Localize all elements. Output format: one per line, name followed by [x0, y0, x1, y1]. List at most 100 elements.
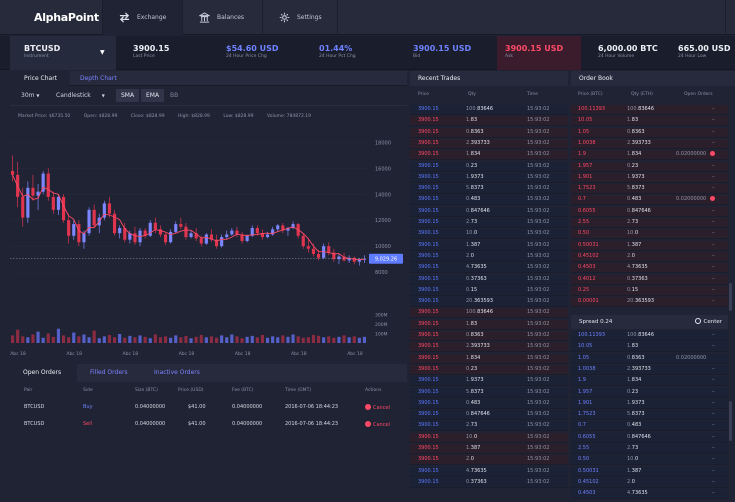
- order-price: $41.00: [188, 421, 206, 427]
- book-row[interactable]: 1.901 1.9373 –: [571, 172, 728, 183]
- book-row[interactable]: 2.55 2.73 –: [571, 444, 728, 454]
- volume-bar: [36, 331, 40, 343]
- cancel-icon: [365, 421, 371, 427]
- book-row[interactable]: 1.0038 2.393733 –: [571, 138, 728, 149]
- indicator-bb-button[interactable]: BB: [165, 89, 183, 102]
- tab-filled-orders[interactable]: Filled Orders: [77, 364, 141, 382]
- book-open-orders: –: [712, 219, 715, 225]
- book-row[interactable]: 100.11393 100.83646 –: [571, 105, 728, 115]
- stat-label: 24 Hour Low: [678, 54, 707, 59]
- book-row[interactable]: 0.7 0.483 –: [571, 421, 728, 432]
- candle-body: [153, 222, 157, 230]
- instrument-selector[interactable]: BTCUSD Instrument ▼: [10, 36, 116, 70]
- stat-label: 24 Hour Volume: [598, 54, 635, 59]
- trade-time: 15:93:02: [527, 309, 550, 316]
- candlestick-chart[interactable]: 18000 16000 14000 12000 10000 8000 300M 200M 100…: [10, 123, 407, 361]
- book-row[interactable]: 1.901 1.9373 –: [571, 398, 728, 409]
- book-open-orders: –: [712, 162, 715, 169]
- cancel-icon[interactable]: [710, 196, 716, 202]
- trade-row: 3900.15 2.0 15:93:02: [410, 251, 568, 262]
- nav-tab-settings[interactable]: Settings: [262, 0, 338, 35]
- stat-bid: 3900.15 USD Bid: [413, 36, 493, 70]
- book-row[interactable]: 1.7523 5.8373 –: [571, 410, 728, 421]
- book-row[interactable]: 1.05 0.8363 –: [571, 127, 728, 138]
- book-qty: 2.73: [627, 218, 638, 227]
- qty-int: 100.: [466, 309, 478, 316]
- book-open-orders: –: [712, 343, 715, 350]
- trade-row: 3900.15 1.83 15:93:02: [410, 319, 568, 330]
- book-row[interactable]: 0.6055 0.847646 –: [571, 206, 728, 217]
- book-row[interactable]: 0.4012 0.37363 –: [571, 274, 728, 285]
- book-row[interactable]: 100.11393 100.83646 –: [571, 331, 728, 341]
- candle-body: [26, 187, 30, 218]
- book-row[interactable]: 1.9 1.834 –: [571, 376, 728, 387]
- volume-bar: [347, 337, 351, 343]
- nav-tab-exchange[interactable]: Exchange: [102, 0, 182, 35]
- book-row[interactable]: 0.4503 4.73635 –: [571, 263, 728, 274]
- qty-frac: 834: [470, 151, 481, 158]
- trade-time: 15:93:02: [527, 139, 550, 146]
- book-row[interactable]: 0.45102 2.0 –: [571, 251, 728, 262]
- nav-edge: [725, 0, 735, 35]
- book-row[interactable]: 0.25 0.15 –: [571, 285, 728, 296]
- book-row[interactable]: 1.957 0.23 –: [571, 161, 728, 172]
- qty-frac: 83: [631, 117, 639, 124]
- cancel-order-button[interactable]: Cancel: [365, 404, 390, 411]
- tab-depth-chart[interactable]: Depth Chart: [70, 71, 142, 86]
- order-side: Buy: [83, 404, 93, 410]
- trade-price: 3900.15: [418, 433, 439, 440]
- close-text: Close: $828.99: [130, 114, 165, 119]
- center-label: Center: [703, 319, 722, 325]
- book-row[interactable]: 1.0038 2.393733 –: [571, 364, 728, 375]
- book-row[interactable]: 1.05 0.8363 0.02000000: [571, 353, 728, 364]
- trade-qty: 0.847646: [466, 410, 490, 419]
- book-row[interactable]: 0.50031 1.387 –: [571, 240, 728, 251]
- indicator-sma-button[interactable]: SMA: [116, 89, 140, 102]
- book-row[interactable]: 0.7 0.483 0.02000000: [571, 195, 728, 206]
- book-row[interactable]: 0.50 10.0 –: [571, 229, 728, 240]
- book-row[interactable]: 10.05 1.83 –: [571, 342, 728, 353]
- candle-body: [265, 234, 270, 238]
- book-row[interactable]: 0.4503 4.73635 –: [571, 489, 728, 500]
- book-row[interactable]: 1.7523 5.8373 –: [571, 184, 728, 195]
- trade-row: 3900.15 1.834 15:93:02: [410, 150, 568, 161]
- book-row[interactable]: 0.50 10.0 –: [571, 455, 728, 466]
- book-row[interactable]: 0.6055 0.847646 –: [571, 432, 728, 443]
- book-qty: 10.0: [627, 455, 638, 464]
- book-row[interactable]: 0.50031 1.387 –: [571, 466, 728, 477]
- volume-bar: [245, 336, 249, 343]
- volume-bar: [184, 335, 188, 343]
- asks-scrollbar[interactable]: [729, 283, 732, 311]
- tab-price-chart[interactable]: Price Chart: [10, 71, 70, 86]
- volume-bar: [31, 334, 35, 343]
- book-row[interactable]: 0.45102 2.0 –: [571, 477, 728, 488]
- volume-bar: [301, 337, 305, 343]
- volume-bar: [316, 335, 321, 343]
- book-row[interactable]: 0.00001 20.363593 –: [571, 297, 728, 308]
- order-fee: 0.04000000: [232, 404, 263, 410]
- qty-frac: 363593: [473, 298, 494, 305]
- candle-body: [92, 209, 96, 226]
- candle-body: [77, 224, 81, 243]
- book-row[interactable]: 1.957 0.23 –: [571, 387, 728, 398]
- chart-style-select[interactable]: Candlestick ▼: [56, 92, 105, 99]
- nav-tab-balances[interactable]: Balances: [182, 0, 262, 35]
- tab-inactive-orders[interactable]: Inactive Orders: [141, 364, 213, 382]
- tab-open-orders[interactable]: Open Orders: [10, 364, 77, 382]
- book-price: 0.7: [578, 422, 586, 429]
- qty-frac: 834: [631, 151, 642, 158]
- book-row[interactable]: 10.05 1.83 –: [571, 116, 728, 127]
- center-button[interactable]: Center: [695, 315, 722, 329]
- cancel-icon[interactable]: [710, 151, 716, 157]
- book-row[interactable]: 2.55 2.73 –: [571, 218, 728, 228]
- volume-bar: [153, 334, 157, 343]
- volume-bar: [209, 336, 214, 343]
- interval-select[interactable]: 30m ▼: [21, 92, 39, 99]
- book-row[interactable]: 1.9 1.834 0.02000000: [571, 150, 728, 161]
- cancel-order-button[interactable]: Cancel: [365, 421, 390, 428]
- book-qty: 0.8363: [627, 354, 645, 363]
- indicator-ema-button[interactable]: EMA: [141, 89, 165, 102]
- trade-row: 3900.15 0.37363 15:93:02: [410, 477, 568, 488]
- trade-qty: 2.73: [466, 218, 477, 227]
- bids-scrollbar[interactable]: [729, 401, 732, 441]
